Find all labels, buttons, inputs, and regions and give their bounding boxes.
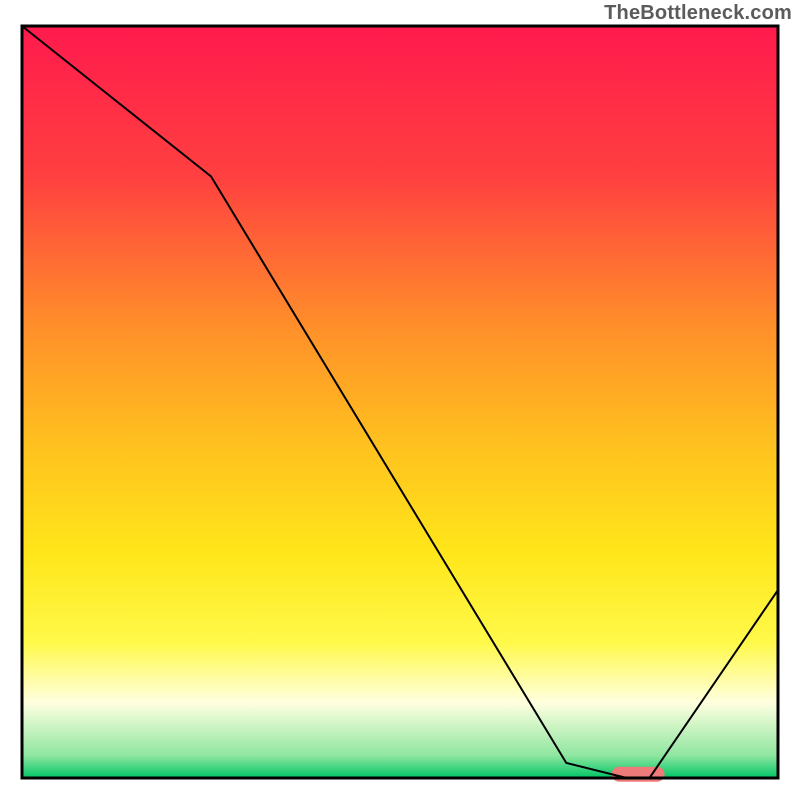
watermark-text: TheBottleneck.com — [604, 2, 792, 25]
gradient-background — [22, 26, 778, 778]
bottleneck-chart — [0, 0, 800, 800]
chart-container: TheBottleneck.com — [0, 0, 800, 800]
